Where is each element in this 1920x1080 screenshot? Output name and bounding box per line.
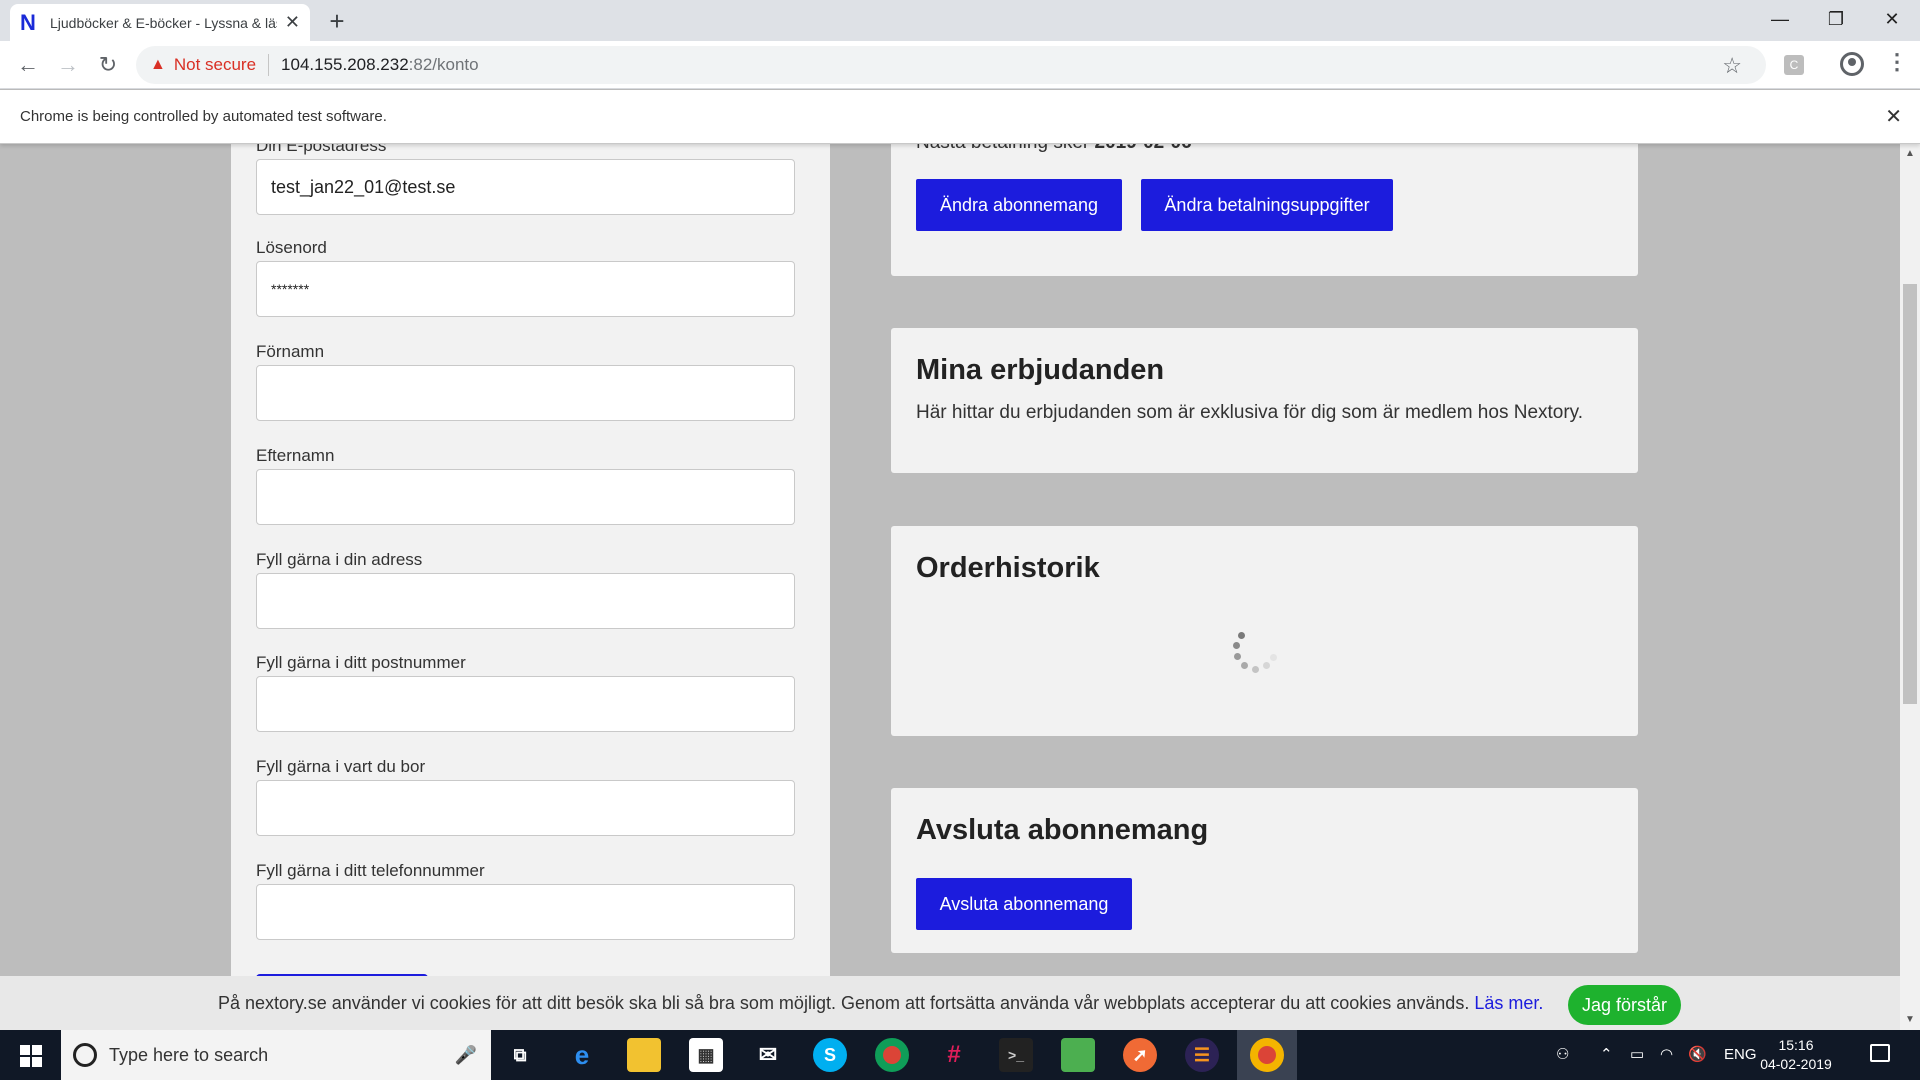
order-history-card: Orderhistorik [891, 526, 1638, 736]
back-button[interactable]: ← [12, 49, 44, 81]
email-field[interactable]: test_jan22_01@test.se [256, 159, 795, 215]
tray-expand-icon[interactable]: ⌃ [1600, 1030, 1613, 1080]
cookie-accept-button[interactable]: Jag förstår [1568, 985, 1681, 1025]
taskbar-search[interactable]: Type here to search 🎤 [61, 1030, 491, 1080]
infobar-close-icon[interactable]: ✕ [1885, 90, 1902, 144]
chrome-menu-icon[interactable]: ⋮ [1886, 49, 1908, 75]
battery-icon[interactable]: ▭ [1630, 1030, 1644, 1080]
next-payment-text: Nästa betalning sker 2019-02-06 [916, 144, 1192, 154]
scroll-up-icon[interactable]: ▲ [1905, 148, 1915, 159]
url-host: 104.155.208.232 [281, 55, 409, 74]
windows-taskbar: Type here to search 🎤 ⧉ e ▦ ✉ S # >_ ➚ ☰… [0, 1030, 1920, 1080]
email-label: Din E-postadress [256, 144, 387, 155]
url-path: :82/konto [408, 55, 479, 74]
minimize-button[interactable]: — [1752, 0, 1808, 40]
restore-button[interactable]: ❐ [1808, 0, 1864, 40]
new-tab-button[interactable]: + [322, 6, 352, 36]
address-label: Fyll gärna i din adress [256, 550, 423, 569]
order-history-title: Orderhistorik [916, 552, 1100, 584]
taskbar-clock[interactable]: 15:16 04-02-2019 [1756, 1036, 1836, 1074]
next-payment-date: 2019-02-06 [1095, 144, 1192, 153]
cancel-subscription-title: Avsluta abonnemang [916, 814, 1209, 846]
browser-tab[interactable]: N Ljudböcker & E-böcker - Lyssna & läs ✕ [10, 4, 310, 41]
next-payment-label: Nästa betalning sker [916, 144, 1089, 153]
task-view-icon[interactable]: ⧉ [503, 1038, 537, 1072]
city-field[interactable] [256, 780, 795, 836]
password-field[interactable]: ******* [256, 261, 795, 317]
nextory-favicon-icon: N [20, 9, 36, 35]
window-close-button[interactable]: ✕ [1864, 0, 1920, 40]
city-label: Fyll gärna i vart du bor [256, 757, 426, 776]
tab-title: Ljudböcker & E-böcker - Lyssna & läs [50, 14, 277, 31]
store-icon[interactable]: ▦ [689, 1038, 723, 1072]
start-button[interactable] [0, 1030, 60, 1080]
page-viewport: Din E-postadress test_jan22_01@test.se L… [0, 144, 1900, 1030]
file-explorer-icon[interactable] [627, 1038, 661, 1072]
language-indicator[interactable]: ENG [1724, 1030, 1757, 1080]
taskbar-search-placeholder: Type here to search [109, 1045, 269, 1065]
clock-time: 15:16 [1778, 1037, 1814, 1053]
microphone-icon[interactable]: 🎤 [455, 1030, 477, 1080]
postal-field[interactable] [256, 676, 795, 732]
phone-field[interactable] [256, 884, 795, 940]
eclipse-icon[interactable]: ☰ [1185, 1038, 1219, 1072]
edge-icon[interactable]: e [565, 1038, 599, 1072]
address-bar[interactable]: ▲ Not secure 104.155.208.232 :82/konto ☆ [136, 46, 1766, 84]
cancel-subscription-card: Avsluta abonnemang Avsluta abonnemang [891, 788, 1638, 953]
terminal-icon[interactable]: >_ [999, 1038, 1033, 1072]
cookie-text: På nextory.se använder vi cookies för at… [218, 993, 1470, 1013]
chart-app-icon[interactable] [1061, 1038, 1095, 1072]
volume-muted-icon[interactable]: 🔇 [1688, 1030, 1707, 1080]
not-secure-label[interactable]: Not secure [174, 55, 256, 75]
clock-date: 04-02-2019 [1760, 1056, 1832, 1072]
offers-title: Mina erbjudanden [916, 354, 1165, 386]
cortana-icon [73, 1043, 97, 1067]
postman-icon[interactable]: ➚ [1123, 1038, 1157, 1072]
forward-button[interactable]: → [52, 49, 84, 81]
notifications-icon[interactable] [1870, 1044, 1890, 1062]
cookie-text-wrap: På nextory.se använder vi cookies för at… [218, 993, 1543, 1014]
change-payment-button[interactable]: Ändra betalningsuppgifter [1141, 179, 1393, 231]
password-label: Lösenord [256, 238, 327, 257]
postal-label: Fyll gärna i ditt postnummer [256, 653, 466, 672]
automation-notice: Chrome is being controlled by automated … [20, 108, 387, 125]
loading-spinner-icon [1230, 632, 1278, 680]
cookie-banner: På nextory.se använder vi cookies för at… [0, 976, 1900, 1030]
chrome-active-icon[interactable] [1250, 1038, 1284, 1072]
subscription-card: Nästa betalning sker 2019-02-06 Ändra ab… [891, 144, 1638, 276]
offers-card: Mina erbjudanden Här hittar du erbjudand… [891, 328, 1638, 473]
automation-infobar: Chrome is being controlled by automated … [0, 90, 1920, 144]
offers-text: Här hittar du erbjudanden som är exklusi… [916, 402, 1584, 423]
tab-close-icon[interactable]: ✕ [285, 12, 300, 33]
warning-icon: ▲ [150, 56, 166, 73]
tab-strip: N Ljudböcker & E-böcker - Lyssna & läs ✕… [0, 0, 1920, 41]
wifi-icon[interactable]: ◠ [1660, 1030, 1673, 1080]
phone-label: Fyll gärna i ditt telefonnummer [256, 861, 485, 880]
chrome-icon[interactable] [875, 1038, 909, 1072]
account-icon[interactable] [1840, 52, 1864, 76]
extension-icon[interactable]: C [1784, 55, 1804, 75]
lastname-label: Efternamn [256, 446, 335, 465]
reload-button[interactable]: ↻ [92, 49, 124, 81]
cookie-read-more-link[interactable]: Läs mer. [1474, 993, 1543, 1013]
address-divider [268, 54, 270, 76]
firstname-field[interactable] [256, 365, 795, 421]
page-scrollbar[interactable]: ▲ ▼ [1900, 144, 1920, 1030]
cancel-subscription-button[interactable]: Avsluta abonnemang [916, 878, 1132, 930]
lastname-field[interactable] [256, 469, 795, 525]
skype-icon[interactable]: S [813, 1038, 847, 1072]
mail-icon[interactable]: ✉ [751, 1038, 785, 1072]
scroll-down-icon[interactable]: ▼ [1905, 1014, 1915, 1025]
scrollbar-thumb[interactable] [1903, 284, 1917, 704]
change-subscription-button[interactable]: Ändra abonnemang [916, 179, 1122, 231]
bookmark-star-icon[interactable]: ☆ [1722, 53, 1742, 79]
people-icon[interactable]: ⚇ [1556, 1030, 1569, 1080]
address-field[interactable] [256, 573, 795, 629]
slack-icon[interactable]: # [937, 1038, 971, 1072]
firstname-label: Förnamn [256, 342, 325, 361]
browser-toolbar: ← → ↻ ▲ Not secure 104.155.208.232 :82/k… [0, 41, 1920, 89]
